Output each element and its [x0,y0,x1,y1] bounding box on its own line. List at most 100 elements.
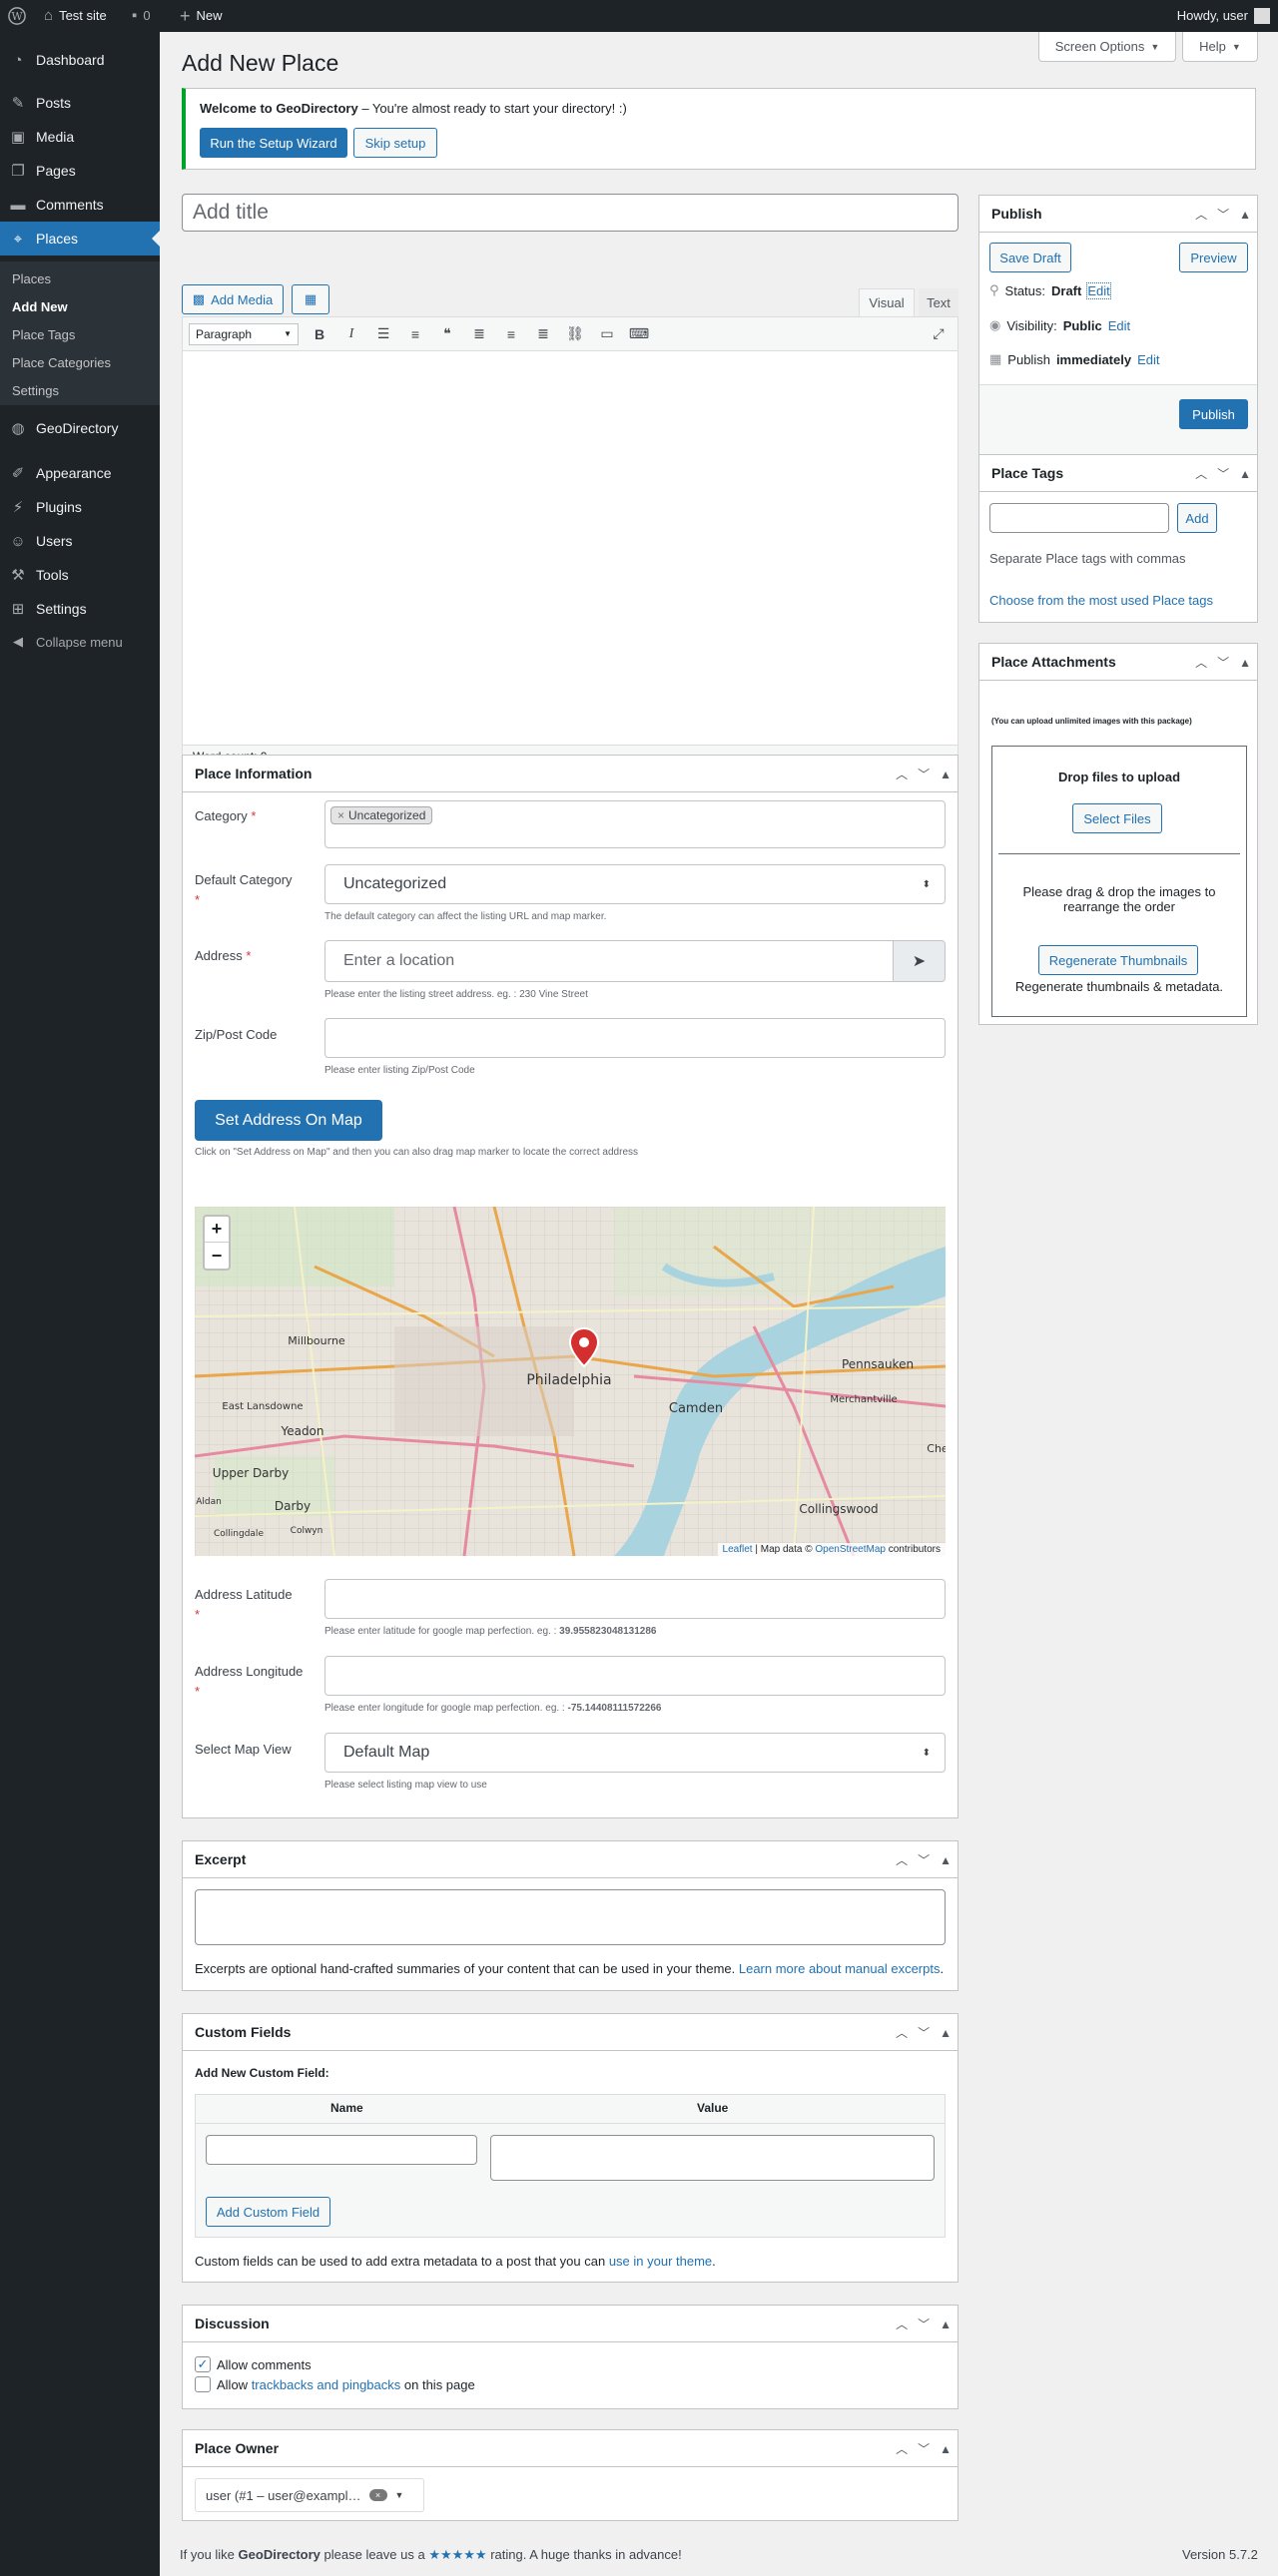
add-tag-button[interactable]: Add [1177,503,1217,533]
category-select[interactable]: × Uncategorized [324,800,946,848]
select-files-button[interactable]: Select Files [1072,803,1162,833]
allow-comments-checkbox[interactable]: ✓ [195,2356,211,2372]
discussion-header[interactable]: Discussion ︿ ﹀ ▲ [183,2306,958,2342]
allow-trackbacks-checkbox[interactable] [195,2376,211,2392]
place-tags-header[interactable]: Place Tags ︿ ﹀ ▲ [979,455,1257,492]
align-left-icon[interactable]: ≣ [468,325,490,342]
category-tag[interactable]: × Uncategorized [330,806,433,824]
toggle-icon[interactable]: ▲ [1239,656,1251,670]
most-used-tags-link[interactable]: Choose from the most used Place tags [989,593,1213,608]
locate-me-button[interactable]: ➤ [893,940,946,982]
edit-visibility-link[interactable]: Edit [1108,318,1130,333]
publish-header[interactable]: Publish ︿ ﹀ ▲ [979,196,1257,233]
custom-field-value-textarea[interactable] [490,2135,935,2181]
chevron-down-icon[interactable]: ﹀ [918,766,930,782]
editor-body[interactable] [183,351,958,745]
leaflet-link[interactable]: Leaflet [723,1544,753,1555]
submenu-settings[interactable]: Settings [12,383,59,398]
custom-fields-header[interactable]: Custom Fields ︿ ﹀ ▲ [183,2014,958,2051]
menu-appearance[interactable]: ✐ Appearance [0,456,160,490]
fullscreen-icon[interactable]: ⤢ [928,325,950,342]
chevron-up-icon[interactable]: ︿ [1195,206,1207,223]
menu-posts[interactable]: ✎ Posts [0,86,160,120]
excerpt-header[interactable]: Excerpt ︿ ﹀ ▲ [183,1841,958,1878]
comments-link[interactable]: ▪ 0 [132,0,151,32]
trackbacks-link[interactable]: trackbacks and pingbacks [252,2377,401,2392]
menu-dashboard[interactable]: ◔ Dashboard [0,43,160,77]
read-more-icon[interactable]: ▭ [596,325,618,342]
chevron-up-icon[interactable]: ︿ [896,766,908,782]
map-canvas[interactable]: Millbourne Philadelphia Pennsauken Merch… [195,1207,946,1556]
place-info-header[interactable]: Place Information ︿ ﹀ ▲ [183,756,958,792]
place-owner-select[interactable]: user (#1 – user@exampl… × ▼ [195,2478,424,2512]
toggle-icon[interactable]: ▲ [940,2026,952,2040]
chevron-down-icon[interactable]: ﹀ [1217,206,1229,223]
toggle-icon[interactable]: ▲ [1239,467,1251,481]
menu-pages[interactable]: ❐ Pages [0,154,160,188]
bullet-list-icon[interactable]: ☰ [372,325,394,342]
chevron-up-icon[interactable]: ︿ [896,2024,908,2041]
default-category-select[interactable]: Uncategorized ⬍ [324,864,946,904]
add-custom-field-button[interactable]: Add Custom Field [206,2197,330,2227]
title-input[interactable]: Add title [182,194,958,232]
tags-input[interactable] [989,503,1169,533]
chevron-up-icon[interactable]: ︿ [896,2440,908,2457]
chevron-down-icon[interactable]: ﹀ [1217,654,1229,671]
collapse-menu-button[interactable]: ◀ Collapse menu [0,630,160,654]
numbered-list-icon[interactable]: ≡ [404,326,426,342]
chevron-down-icon[interactable]: ﹀ [918,1851,930,1868]
menu-comments[interactable]: ▬ Comments [0,188,160,222]
link-icon[interactable]: ⛓ [564,325,586,342]
use-in-theme-link[interactable]: use in your theme [609,2254,712,2269]
manual-excerpts-link[interactable]: Learn more about manual excerpts [739,1961,941,1976]
menu-plugins[interactable]: ⚡ Plugins [0,490,160,524]
align-center-icon[interactable]: ≡ [500,326,522,342]
submenu-place-tags[interactable]: Place Tags [12,327,75,342]
chevron-down-icon[interactable]: ﹀ [918,2316,930,2332]
menu-users[interactable]: ☺ Users [0,524,160,558]
toggle-icon[interactable]: ▲ [940,2318,952,2331]
preview-button[interactable]: Preview [1179,243,1248,272]
address-input[interactable]: Enter a location [324,940,894,982]
toggle-icon[interactable]: ▲ [1239,208,1251,222]
excerpt-textarea[interactable] [195,1889,946,1945]
submenu-places[interactable]: Places [12,271,51,286]
menu-geodirectory[interactable]: ◍ GeoDirectory [0,411,160,445]
toggle-icon[interactable]: ▲ [940,768,952,781]
toggle-icon[interactable]: ▲ [940,1853,952,1867]
setup-wizard-button[interactable]: Run the Setup Wizard [200,128,347,158]
screen-options-button[interactable]: Screen Options ▼ [1038,32,1176,62]
menu-tools[interactable]: ⚒ Tools [0,558,160,592]
place-attachments-header[interactable]: Place Attachments ︿ ﹀ ▲ [979,644,1257,681]
italic-icon[interactable]: I [340,326,362,342]
blockquote-icon[interactable]: ❝ [436,325,458,342]
chevron-up-icon[interactable]: ︿ [1195,465,1207,482]
publish-button[interactable]: Publish [1179,399,1248,429]
zoom-in-button[interactable]: + [205,1217,229,1243]
longitude-input[interactable] [324,1656,946,1696]
format-select[interactable]: Paragraph ▼ [189,322,299,345]
regenerate-thumbnails-button[interactable]: Regenerate Thumbnails [1038,945,1198,975]
edit-date-link[interactable]: Edit [1137,352,1159,367]
add-media-button[interactable]: ▩ Add Media [182,284,284,314]
rating-stars-link[interactable]: ★★★★★ [428,2547,486,2562]
user-account-link[interactable]: Howdy, user [1177,0,1270,32]
chevron-down-icon[interactable]: ﹀ [1217,465,1229,482]
chevron-up-icon[interactable]: ︿ [896,1851,908,1868]
submenu-add-new[interactable]: Add New [12,299,68,314]
new-content-link[interactable]: + New [180,0,223,32]
wordpress-logo-icon[interactable]: W [8,0,26,32]
zoom-out-button[interactable]: − [205,1243,229,1269]
edit-status-link[interactable]: Edit [1086,281,1111,299]
chevron-down-icon[interactable]: ﹀ [918,2440,930,2457]
tab-visual[interactable]: Visual [859,288,915,316]
keyboard-icon[interactable]: ⌨ [628,325,650,342]
drop-zone[interactable]: Drop files to upload Select Files Please… [991,746,1247,1017]
latitude-input[interactable] [324,1579,946,1619]
site-name-link[interactable]: ⌂ Test site [44,0,107,32]
menu-settings[interactable]: ⊞ Settings [0,592,160,626]
chevron-up-icon[interactable]: ︿ [896,2316,908,2332]
place-owner-header[interactable]: Place Owner ︿ ﹀ ▲ [183,2430,958,2467]
menu-places[interactable]: ⌖ Places [0,222,160,256]
clear-icon[interactable]: × [368,2489,387,2501]
